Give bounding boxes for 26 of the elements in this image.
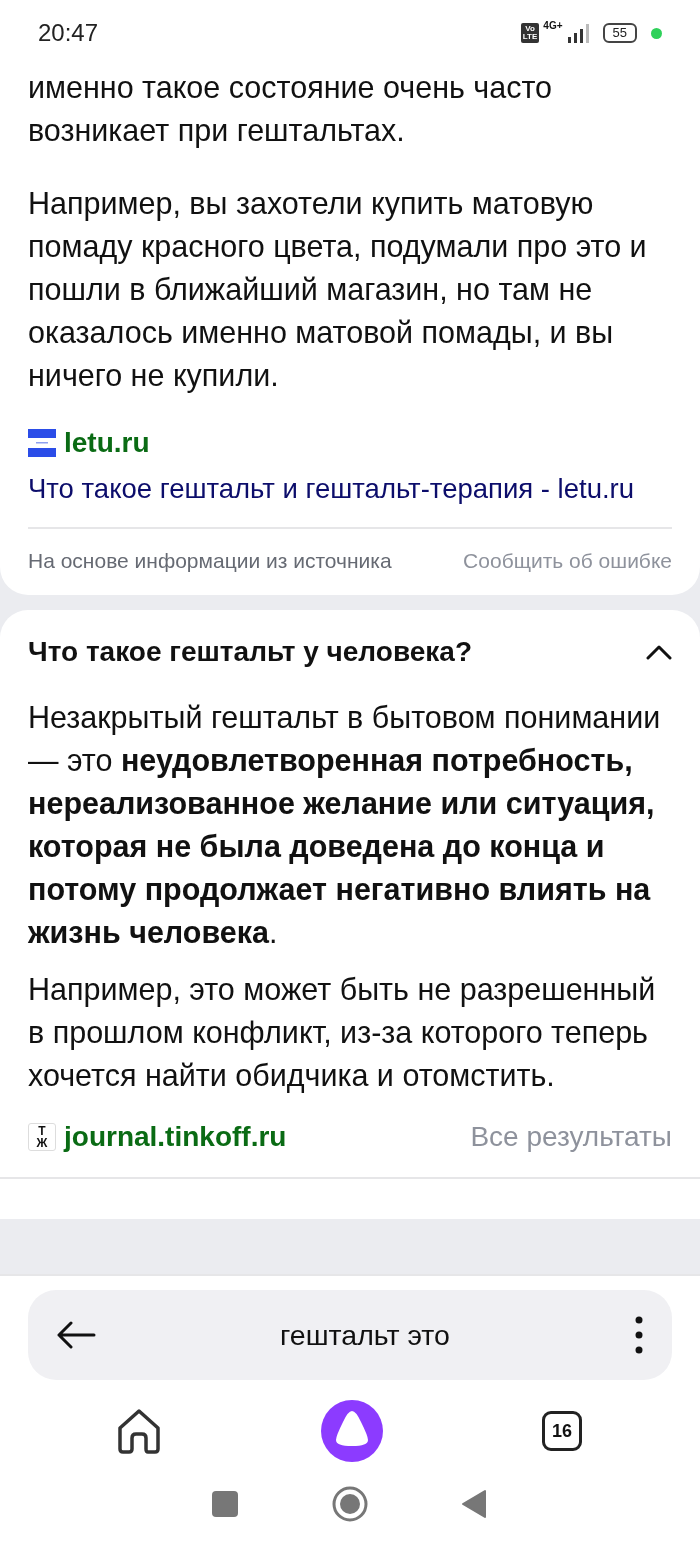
source-site-link[interactable]: journal.tinkoff.ru <box>64 1121 287 1153</box>
question-header[interactable]: Что такое гештальт у человека? <box>28 636 672 668</box>
site-icon <box>28 429 56 457</box>
site-icon: Т Ж <box>28 1123 56 1151</box>
assistant-icon[interactable] <box>321 1400 383 1462</box>
question-title: Что такое гештальт у человека? <box>28 636 472 668</box>
search-bar[interactable]: гештальт это <box>28 1290 672 1380</box>
answer-paragraph: именно такое состояние очень часто возникает при гештальтах. <box>28 69 554 150</box>
home-icon[interactable] <box>116 1408 162 1454</box>
back-arrow-icon[interactable] <box>56 1321 96 1349</box>
search-query: гештальт это <box>280 1318 450 1352</box>
source-title-link[interactable]: Что такое гештальт и гештальт-терапия - letu.ru <box>28 473 672 505</box>
network-type: 4G+ <box>543 20 563 31</box>
answer-paragraph: Незакрытый гештальт в бытовом понимании — это неудовлетворенная потребность, нереализованное желание или ситуация, которая не была доведена до конца и потому продолжает негативно влиять на жизнь человека. <box>28 699 662 951</box>
source-site-link[interactable]: letu.ru <box>64 427 150 459</box>
tabs-button[interactable]: 16 <box>542 1411 582 1451</box>
status-time: 20:47 <box>38 19 99 47</box>
answer-paragraph: Например, это может быть не разрешенный в прошлом конфликт, из-за которого теперь хочется найти обидчика и отомстить. <box>28 971 657 1095</box>
answer-paragraph: Например, вы захотели купить матовую помаду красного цвета, подумали про это и пошли в ближайший магазин, но там не оказалось именно матовой помады, и вы ничего не купили. <box>28 185 648 395</box>
volte-icon: Vo LTE <box>520 23 540 43</box>
back-triangle-icon[interactable] <box>461 1489 487 1519</box>
battery-icon: 55 <box>602 23 637 43</box>
more-menu-icon[interactable] <box>634 1316 644 1354</box>
status-dot <box>651 27 662 39</box>
home-circle-icon[interactable] <box>331 1486 368 1522</box>
source-note: На основе информации из источника <box>28 549 392 573</box>
